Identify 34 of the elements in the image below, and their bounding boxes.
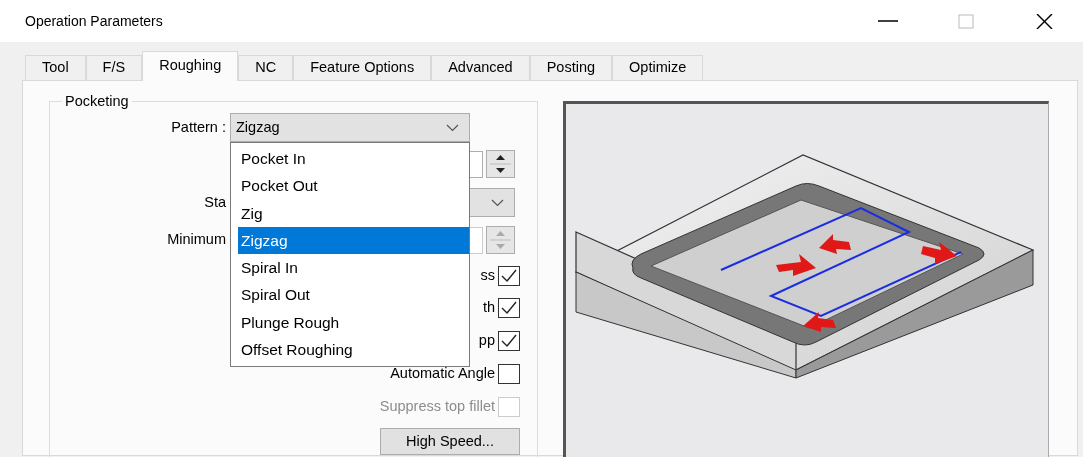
field-label: Sta	[203, 192, 227, 212]
tab[interactable]: NC	[238, 55, 294, 80]
dropdown-option[interactable]: Pocket In	[238, 145, 469, 173]
chevron-icon	[491, 198, 504, 207]
close-icon[interactable]	[1034, 13, 1054, 29]
pattern-dropdown[interactable]: Zigzag	[230, 113, 470, 142]
chevron-icon	[446, 123, 459, 132]
field-label: Pattern :	[170, 117, 227, 137]
tab[interactable]: F/S	[85, 55, 143, 80]
checkbox[interactable]	[498, 266, 520, 286]
dropdown-option[interactable]: Zig	[238, 199, 469, 227]
checkbox-label: Automatic Angle	[390, 364, 495, 384]
checkbox[interactable]	[498, 331, 520, 351]
tab[interactable]: Roughing	[142, 51, 239, 81]
checkbox-label: th	[482, 298, 495, 318]
checkbox-label: pp	[478, 331, 495, 351]
checkbox-label: Suppress top fillet	[379, 397, 495, 417]
high-speed-button[interactable]: High Speed...	[380, 428, 520, 455]
checkbox-label: ss	[480, 266, 495, 286]
tab[interactable]: Tool	[25, 55, 86, 80]
tab[interactable]: Posting	[529, 55, 613, 80]
checkbox[interactable]	[498, 298, 520, 318]
dropdown-option[interactable]: Plunge Rough	[238, 308, 469, 337]
dropdown-option[interactable]: Pocket Out	[238, 172, 469, 200]
dropdown-option[interactable]: Offset Roughing	[238, 336, 469, 364]
field-label: Minimum	[166, 230, 227, 250]
dropdown-option[interactable]: Spiral In	[238, 254, 469, 282]
tab[interactable]: Optimize	[612, 55, 704, 80]
dropdown-option[interactable]: Zigzag	[238, 226, 469, 255]
tab[interactable]: Advanced	[431, 55, 530, 80]
tab[interactable]: Feature Options	[293, 55, 432, 80]
window-title: Operation Parameters	[25, 11, 163, 31]
checkbox[interactable]	[498, 364, 520, 384]
dropdown-option[interactable]: Spiral Out	[238, 281, 469, 309]
